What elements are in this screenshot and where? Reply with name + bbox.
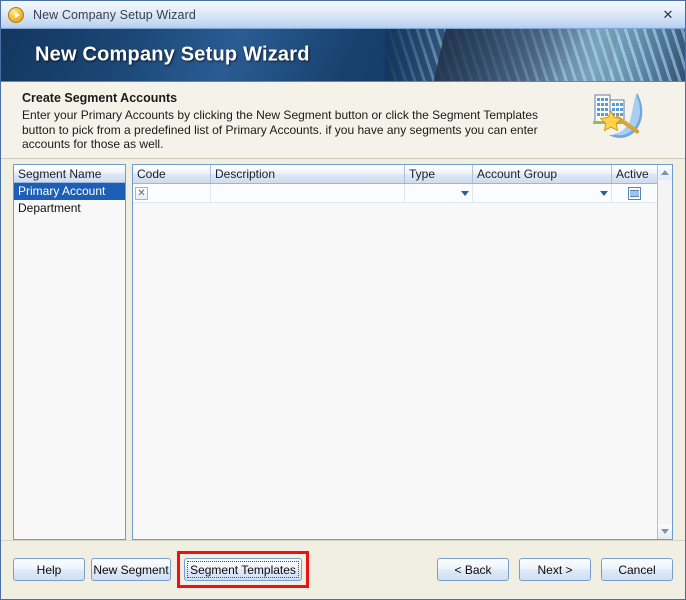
column-header-active[interactable]: Active	[612, 165, 657, 183]
next-button[interactable]: Next >	[519, 558, 591, 581]
chevron-down-icon[interactable]	[461, 190, 469, 196]
segment-templates-button[interactable]: Segment Templates	[184, 558, 302, 581]
list-item[interactable]: Primary Account	[14, 183, 125, 200]
banner-title: New Company Setup Wizard	[35, 43, 310, 66]
page-title: Create Segment Accounts	[22, 91, 178, 105]
x-delete-icon[interactable]: ✕	[135, 186, 148, 200]
column-header-description[interactable]: Description	[211, 165, 405, 183]
chevron-down-icon[interactable]	[600, 190, 608, 196]
grid-body: ✕	[133, 184, 657, 539]
segment-name-panel: Segment Name Primary Account Department	[13, 164, 126, 540]
help-button[interactable]: Help	[13, 558, 85, 581]
content-area: Segment Name Primary Account Department …	[1, 159, 685, 540]
scroll-up-arrow-icon[interactable]	[658, 165, 672, 180]
column-header-type[interactable]: Type	[405, 165, 473, 183]
segment-name-column-header: Segment Name	[14, 165, 125, 183]
close-icon[interactable]: ✕	[655, 4, 681, 26]
focus-ring	[187, 561, 299, 578]
wizard-orb-icon	[8, 6, 24, 23]
segment-templates-highlight-wrap: Segment Templates	[177, 551, 309, 588]
accounts-grid-panel: Code Description Type Account Group Acti…	[132, 164, 673, 540]
grid-header-row: Code Description Type Account Group Acti…	[133, 165, 657, 184]
scroll-down-arrow-icon[interactable]	[658, 524, 672, 539]
column-header-account-group[interactable]: Account Group	[473, 165, 612, 183]
footer-button-bar: Help New Segment Segment Templates < Bac…	[1, 540, 685, 598]
cell-account-group[interactable]	[473, 184, 612, 202]
cell-description[interactable]	[211, 184, 405, 202]
wizard-banner: New Company Setup Wizard	[1, 29, 685, 82]
wizard-window: New Company Setup Wizard ✕ New Company S…	[0, 0, 686, 600]
list-item[interactable]: Department	[14, 200, 125, 217]
skyscraper-photo	[385, 29, 685, 81]
cell-code[interactable]: ✕	[133, 184, 211, 202]
new-segment-button[interactable]: New Segment	[91, 558, 171, 581]
column-header-code[interactable]: Code	[133, 165, 211, 183]
window-title: New Company Setup Wizard	[33, 7, 196, 22]
cell-active[interactable]	[612, 184, 657, 202]
building-wizard-wand-icon	[593, 93, 643, 138]
instructions-text: Enter your Primary Accounts by clicking …	[22, 108, 539, 152]
grid-vertical-scrollbar[interactable]	[657, 165, 672, 539]
segment-list[interactable]: Primary Account Department	[14, 183, 125, 539]
table-row[interactable]: ✕	[133, 184, 657, 203]
active-checkbox-icon[interactable]	[628, 186, 641, 200]
cell-type[interactable]	[405, 184, 473, 202]
instructions-panel: Create Segment Accounts Enter your Prima…	[1, 82, 685, 159]
window-title-bar: New Company Setup Wizard ✕	[1, 1, 685, 29]
back-button[interactable]: < Back	[437, 558, 509, 581]
cancel-button[interactable]: Cancel	[601, 558, 673, 581]
